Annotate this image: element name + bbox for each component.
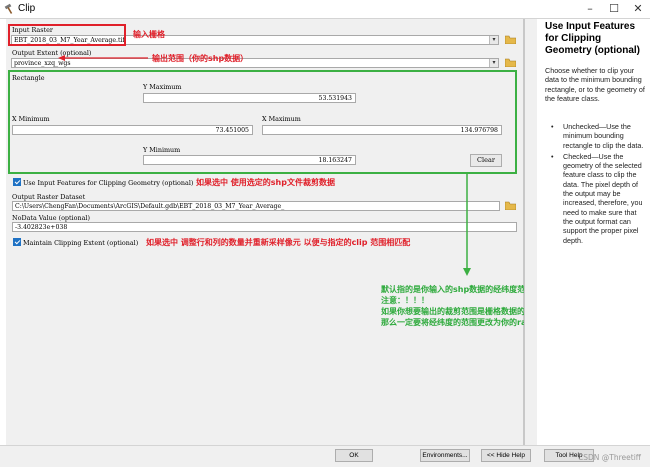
input-raster-annotation: 输入栅格: [133, 30, 165, 39]
x-max-label: X Maximum: [262, 115, 301, 123]
use-input-features-annotation: 如果选中 使用选定的shp文件裁剪数据: [196, 178, 335, 187]
help-list-item: Checked—Use the geometry of the selected…: [545, 152, 645, 245]
close-button[interactable]: ✕: [626, 0, 650, 19]
hide-help-button[interactable]: << Hide Help: [481, 449, 531, 462]
environments-button[interactable]: Environments...: [420, 449, 470, 462]
chevron-down-icon[interactable]: ▾: [489, 36, 498, 44]
y-max-label: Y Maximum: [143, 83, 182, 91]
help-description: Choose whether to clip your data to the …: [545, 66, 645, 103]
output-dataset-field[interactable]: C:\Users\ChengFan\Documents\ArcGIS\Defau…: [12, 201, 500, 211]
output-dataset-label: Output Raster Dataset: [12, 193, 86, 201]
hammer-icon: [4, 3, 13, 14]
green-arrow-icon: [463, 173, 471, 276]
panel-splitter[interactable]: [524, 19, 537, 445]
ok-button[interactable]: OK: [335, 449, 373, 462]
window-title: Clip: [18, 3, 36, 14]
title-bar: Clip – ☐ ✕: [0, 0, 650, 19]
output-extent-annotation: 输出范围（你的shp数据）: [152, 54, 249, 63]
help-list: Unchecked—Use the minimum bounding recta…: [545, 122, 645, 247]
help-panel: Use Input Features for Clipping Geometry…: [537, 19, 650, 445]
folder-icon[interactable]: [505, 201, 516, 210]
folder-icon[interactable]: [505, 58, 516, 67]
use-input-features-label: Use Input Features for Clipping Geometry…: [23, 179, 194, 187]
input-raster-highlight: [8, 24, 126, 46]
chevron-down-icon[interactable]: ▾: [489, 59, 498, 67]
x-min-label: X Minimum: [12, 115, 50, 123]
help-list-item: Unchecked—Use the minimum bounding recta…: [545, 122, 645, 150]
nodata-input[interactable]: -3.402823e+038: [12, 222, 517, 232]
y-max-input[interactable]: 53.531943: [143, 93, 356, 103]
x-max-input[interactable]: 134.976798: [262, 125, 502, 135]
maintain-extent-label: Maintain Clipping Extent (optional): [23, 239, 139, 247]
dialog-footer: OK Environments... << Hide Help Tool Hel…: [0, 445, 650, 467]
maintain-extent-checkbox[interactable]: [13, 238, 21, 246]
watermark: CSDN @Threetiff: [578, 453, 641, 462]
help-title: Use Input Features for Clipping Geometry…: [545, 21, 641, 56]
maximize-button[interactable]: ☐: [602, 0, 626, 19]
y-min-input[interactable]: 18.163247: [143, 155, 356, 165]
nodata-label: NoData Value (optional): [12, 214, 90, 222]
clear-button[interactable]: Clear: [470, 154, 502, 167]
maintain-extent-annotation: 如果选中 调整行和列的数量并重新采样像元 以便与指定的clip 范围相匹配: [146, 238, 411, 247]
y-min-label: Y Minimum: [143, 146, 181, 154]
use-input-features-checkbox[interactable]: [13, 178, 21, 186]
rectangle-label: Rectangle: [12, 74, 45, 82]
red-arrow-icon: [58, 55, 148, 61]
folder-icon[interactable]: [505, 35, 516, 44]
minimize-button[interactable]: –: [578, 0, 602, 19]
x-min-input[interactable]: 73.451005: [12, 125, 253, 135]
